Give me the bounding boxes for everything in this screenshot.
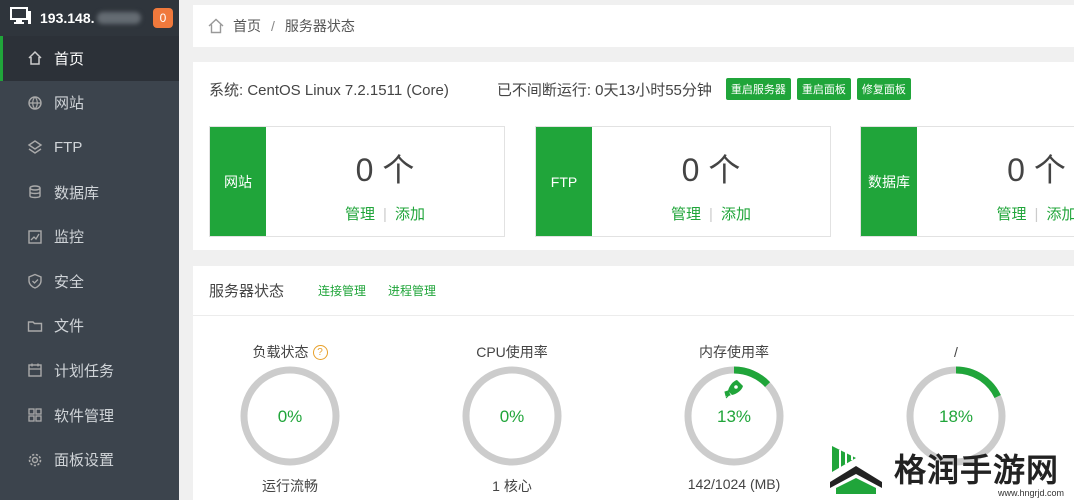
ftp-count-card: FTP 0 个 管理 | 添加: [535, 126, 831, 237]
sidebar-item-label: 数据库: [54, 184, 100, 202]
sidebar-item-label: 首页: [54, 50, 85, 68]
shield-icon: [26, 272, 44, 290]
gauge-caption: 运行流畅: [262, 478, 318, 494]
help-icon[interactable]: ?: [312, 344, 328, 360]
monitor-icon: [26, 228, 44, 246]
home-icon[interactable]: [207, 17, 225, 35]
gauge-ring: 0%: [462, 366, 562, 466]
gauge-percent: 0%: [500, 407, 525, 426]
database-count-card: 数据库 0 个 管理 | 添加: [860, 126, 1074, 237]
sidebar-item-security[interactable]: 安全: [0, 259, 179, 304]
sidebar-item-label: FTP: [54, 138, 83, 156]
sidebar-item-label: 计划任务: [54, 362, 115, 380]
add-link[interactable]: 添加: [1046, 206, 1074, 223]
sidebar-item-label: 文件: [54, 318, 85, 336]
sidebar-item-home[interactable]: 首页: [0, 36, 179, 81]
manage-link[interactable]: 管理: [671, 206, 701, 223]
restart-panel-button[interactable]: 重启面板: [796, 78, 851, 100]
gauge-title: CPU使用率: [476, 344, 548, 360]
gauge-title: 内存使用率: [699, 344, 769, 360]
gauge-ring: 0%: [240, 366, 340, 466]
server-icon: [10, 6, 32, 30]
add-link[interactable]: 添加: [395, 206, 425, 223]
sidebar-header: 193.148. 0: [0, 0, 179, 36]
gauge-title: /: [954, 344, 958, 360]
sidebar-item-database[interactable]: 数据库: [0, 170, 179, 215]
gauge-ring: 13%: [684, 366, 784, 466]
watermark-url: www.hngrjd.com: [997, 488, 1064, 498]
gauge-percent: 0%: [278, 407, 303, 426]
status-title: 服务器状态: [209, 283, 285, 300]
home-icon: [26, 49, 44, 67]
gauge-caption: 1 核心: [492, 478, 532, 494]
server-ip: 193.148.: [40, 10, 95, 26]
card-label: 数据库: [861, 127, 917, 236]
sidebar-item-ftp[interactable]: FTP: [0, 125, 179, 170]
card-label: FTP: [536, 127, 592, 236]
status-header: 服务器状态 连接管理 进程管理: [193, 266, 1074, 316]
process-manage-link[interactable]: 进程管理: [388, 282, 436, 299]
card-actions: 管理 | 添加: [266, 203, 504, 224]
system-info-panel: 系统: CentOS Linux 7.2.1511 (Core) 已不间断运行:…: [193, 62, 1074, 250]
calendar-icon: [26, 361, 44, 379]
gauge-caption: 142/1024 (MB): [687, 476, 781, 492]
sidebar-item-label: 监控: [54, 229, 85, 247]
card-actions: 管理 | 添加: [917, 203, 1074, 224]
sidebar-item-website[interactable]: 网站: [0, 81, 179, 126]
globe-icon: [26, 94, 44, 112]
add-link[interactable]: 添加: [721, 206, 751, 223]
repair-panel-button[interactable]: 修复面板: [856, 78, 911, 100]
manage-link[interactable]: 管理: [997, 206, 1027, 223]
watermark-text: 格润手游网: [894, 451, 1060, 489]
os-info: 系统: CentOS Linux 7.2.1511 (Core): [209, 81, 449, 99]
card-label: 网站: [210, 127, 266, 236]
ftp-icon: [26, 138, 44, 156]
load-gauge: 负载状态? 0% 运行流畅: [220, 342, 360, 496]
gear-icon: [26, 451, 44, 469]
watermark: 格润手游网 www.hngrjd.com: [826, 436, 1074, 500]
watermark-logo: [830, 446, 882, 494]
card-count: 0 个: [681, 152, 741, 188]
database-icon: [26, 183, 44, 201]
sidebar-item-label: 网站: [54, 95, 85, 113]
divider: |: [1034, 206, 1039, 223]
breadcrumb-separator: /: [271, 18, 275, 34]
folder-icon: [26, 317, 44, 335]
sidebar-item-label: 安全: [54, 273, 85, 291]
sidebar-item-cron[interactable]: 计划任务: [0, 348, 179, 393]
card-actions: 管理 | 添加: [592, 203, 830, 224]
gauge-title: 负载状态: [252, 344, 309, 360]
memory-gauge: 内存使用率 13% 142/1024 (MB): [664, 342, 804, 492]
connection-manage-link[interactable]: 连接管理: [318, 282, 366, 299]
gauge-percent: 18%: [939, 407, 973, 426]
breadcrumb: 首页 / 服务器状态: [193, 5, 1074, 47]
ip-redaction: [96, 12, 141, 24]
restart-server-button[interactable]: 重启服务器: [725, 78, 791, 100]
gauge-percent: 13%: [717, 407, 751, 426]
uptime-info: 已不间断运行: 0天13小时55分钟: [496, 81, 712, 99]
sidebar-item-settings[interactable]: 面板设置: [0, 437, 179, 482]
sidebar-item-monitor[interactable]: 监控: [0, 214, 179, 259]
manage-link[interactable]: 管理: [345, 206, 375, 223]
card-count: 0 个: [1007, 152, 1066, 188]
divider: |: [383, 206, 387, 223]
card-count: 0 个: [355, 152, 415, 188]
breadcrumb-current: 服务器状态: [284, 18, 355, 34]
cpu-gauge: CPU使用率 0% 1 核心: [442, 342, 582, 496]
system-info-line: 系统: CentOS Linux 7.2.1511 (Core) 已不间断运行:…: [209, 78, 911, 100]
divider: |: [709, 206, 713, 223]
sidebar-item-software[interactable]: 软件管理: [0, 393, 179, 438]
rocket-icon[interactable]: [724, 380, 743, 399]
grid-icon: [26, 406, 44, 424]
sidebar-item-label: 面板设置: [54, 452, 115, 470]
sidebar-item-label: 软件管理: [54, 407, 115, 425]
website-count-card: 网站 0 个 管理 | 添加: [209, 126, 505, 237]
notification-badge[interactable]: 0: [153, 8, 173, 28]
sidebar-item-files[interactable]: 文件: [0, 304, 179, 349]
sidebar: 193.148. 0 首页 网站 FTP 数据库 监控 安全 文件 计划任务 软…: [0, 0, 179, 500]
breadcrumb-home-link[interactable]: 首页: [233, 16, 261, 36]
